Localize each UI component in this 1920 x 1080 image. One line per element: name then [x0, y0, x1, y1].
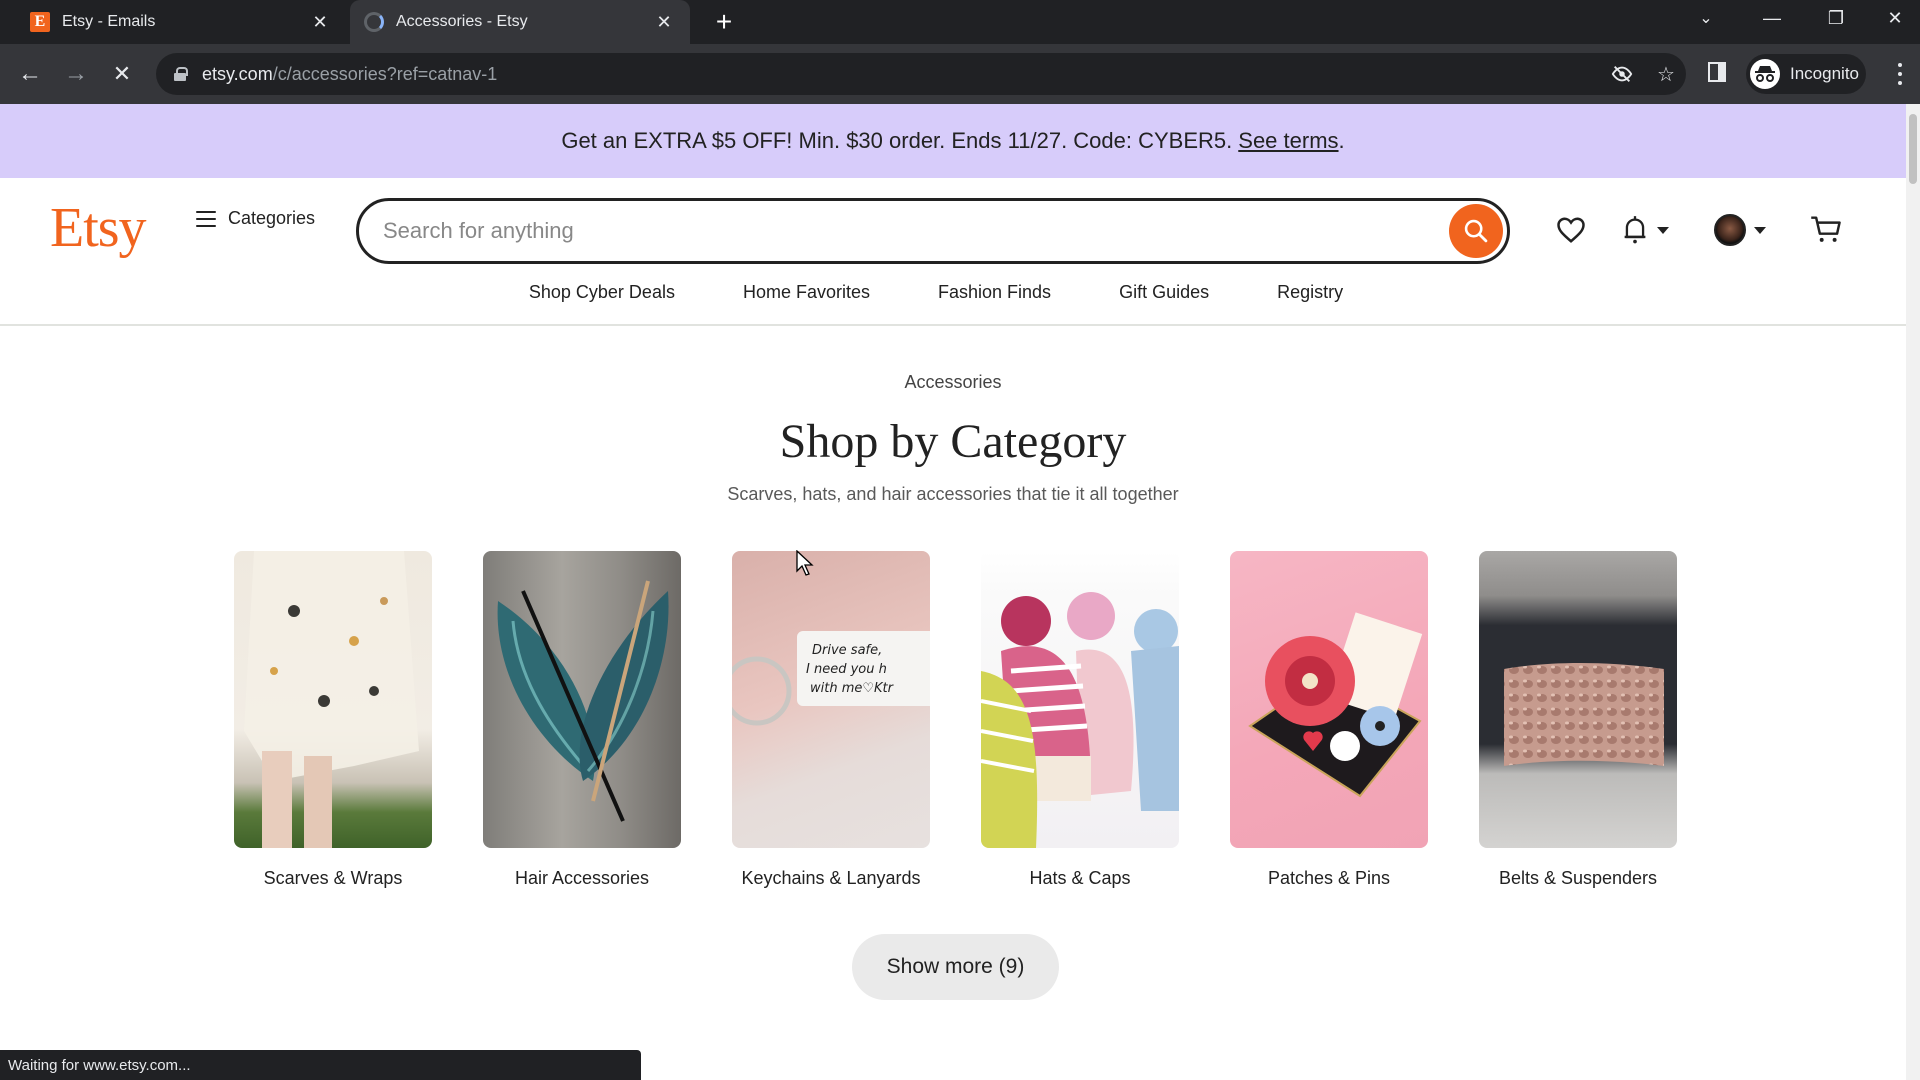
- scrollbar-thumb[interactable]: [1909, 114, 1917, 184]
- address-bar[interactable]: etsy.com/c/accessories?ref=catnav-1 ☆: [156, 53, 1686, 95]
- forward-arrow-icon[interactable]: →: [60, 58, 92, 90]
- tab-title: Etsy - Emails: [62, 13, 156, 30]
- tab-search-chevron-icon[interactable]: ⌄: [1676, 0, 1736, 36]
- cart-icon[interactable]: [1808, 210, 1844, 250]
- page-title: Shop by Category: [779, 415, 1127, 468]
- etsy-logo[interactable]: Etsy: [50, 196, 147, 260]
- incognito-label: Incognito: [1790, 64, 1859, 83]
- promo-text: Get an EXTRA $5 OFF! Min. $30 order. End…: [561, 128, 1233, 153]
- category-image[interactable]: [1479, 551, 1677, 848]
- back-arrow-icon[interactable]: ←: [14, 58, 46, 90]
- close-window-button[interactable]: ✕: [1870, 0, 1920, 36]
- tab-etsy-emails[interactable]: E Etsy - Emails ✕: [16, 0, 346, 44]
- url-text[interactable]: etsy.com/c/accessories?ref=catnav-1: [202, 64, 497, 85]
- categories-label: Categories: [228, 208, 316, 228]
- search-bar: [356, 198, 1510, 264]
- category-label[interactable]: Patches & Pins: [1268, 868, 1390, 889]
- category-label[interactable]: Hats & Caps: [1029, 868, 1130, 889]
- hamburger-menu-icon: [196, 210, 216, 227]
- show-more-button[interactable]: Show more (9): [852, 934, 1059, 1000]
- close-tab-icon[interactable]: ✕: [308, 10, 332, 34]
- status-bar: Waiting for www.etsy.com...: [0, 1050, 641, 1080]
- bookmark-star-icon[interactable]: ☆: [1654, 62, 1678, 86]
- etsy-favicon-icon: E: [30, 12, 50, 32]
- category-label[interactable]: Scarves & Wraps: [264, 868, 403, 889]
- bell-icon: [1624, 216, 1646, 244]
- browser-tab-strip: E Etsy - Emails ✕ Accessories - Etsy ✕ +…: [0, 0, 1920, 44]
- eye-slash-icon[interactable]: [1610, 62, 1634, 86]
- stop-loading-icon[interactable]: ✕: [106, 58, 138, 90]
- nav-fashion-finds[interactable]: Fashion Finds: [938, 282, 1051, 303]
- category-card-hair-accessories[interactable]: Hair Accessories: [483, 551, 681, 889]
- new-tab-button[interactable]: +: [708, 6, 740, 38]
- close-tab-icon[interactable]: ✕: [652, 10, 676, 34]
- category-label[interactable]: Keychains & Lanyards: [741, 868, 920, 889]
- page-subtitle: Scarves, hats, and hair accessories that…: [727, 484, 1179, 504]
- nav-gift-guides[interactable]: Gift Guides: [1119, 282, 1209, 303]
- promo-banner: Get an EXTRA $5 OFF! Min. $30 order. End…: [0, 104, 1906, 178]
- site-header: Etsy Categories Shop Cyber Deals Home: [0, 178, 1906, 326]
- svg-text:with me♡Ktr: with me♡Ktr: [810, 681, 895, 696]
- svg-text:I need you h: I need you h: [806, 662, 887, 677]
- side-panel-icon[interactable]: [1708, 62, 1726, 82]
- category-image[interactable]: [981, 551, 1179, 848]
- restore-button[interactable]: ❐: [1806, 0, 1866, 36]
- category-card-belts-suspenders[interactable]: Belts & Suspenders: [1479, 551, 1677, 889]
- category-image[interactable]: [234, 551, 432, 848]
- lock-icon[interactable]: [174, 67, 188, 81]
- incognito-icon: [1750, 59, 1780, 89]
- category-grid: Scarves & Wraps Hair Accessories Drive s…: [234, 551, 1677, 889]
- browser-menu-icon[interactable]: [1892, 60, 1908, 88]
- category-card-patches-pins[interactable]: Patches & Pins: [1230, 551, 1428, 889]
- chevron-down-icon: [1657, 226, 1669, 234]
- search-icon: [1464, 219, 1488, 243]
- breadcrumb[interactable]: Accessories: [0, 372, 1906, 393]
- category-card-hats-caps[interactable]: Hats & Caps: [981, 551, 1179, 889]
- category-card-keychains-lanyards[interactable]: Drive safe, I need you h with me♡Ktr Key…: [732, 551, 930, 889]
- chevron-down-icon: [1754, 226, 1766, 234]
- nav-registry[interactable]: Registry: [1277, 282, 1343, 303]
- nav-home-favorites[interactable]: Home Favorites: [743, 282, 870, 303]
- loading-spinner-icon: [364, 12, 384, 32]
- incognito-profile-button[interactable]: Incognito: [1746, 54, 1866, 94]
- category-image[interactable]: [1230, 551, 1428, 848]
- favorites-heart-icon[interactable]: [1553, 210, 1589, 250]
- page-scrollbar[interactable]: [1906, 104, 1920, 1080]
- category-card-scarves-wraps[interactable]: Scarves & Wraps: [234, 551, 432, 889]
- avatar: [1714, 214, 1746, 246]
- svg-text:Drive safe,: Drive safe,: [812, 643, 882, 658]
- secondary-nav: Shop Cyber Deals Home Favorites Fashion …: [0, 282, 1906, 303]
- category-label[interactable]: Hair Accessories: [515, 868, 649, 889]
- mouse-cursor-icon: [796, 550, 814, 576]
- tab-accessories-etsy[interactable]: Accessories - Etsy ✕: [350, 0, 690, 44]
- category-image[interactable]: [483, 551, 681, 848]
- account-button[interactable]: [1714, 210, 1766, 250]
- etsy-page: Get an EXTRA $5 OFF! Min. $30 order. End…: [0, 104, 1906, 1080]
- category-label[interactable]: Belts & Suspenders: [1499, 868, 1657, 889]
- tab-title: Accessories - Etsy: [396, 13, 528, 30]
- notifications-button[interactable]: [1621, 210, 1669, 250]
- nav-shop-cyber-deals[interactable]: Shop Cyber Deals: [529, 282, 675, 303]
- minimize-button[interactable]: —: [1742, 0, 1802, 36]
- category-image[interactable]: Drive safe, I need you h with me♡Ktr: [732, 551, 930, 848]
- search-input[interactable]: [383, 218, 1383, 244]
- browser-toolbar: ← → ✕ etsy.com/c/accessories?ref=catnav-…: [0, 44, 1920, 104]
- see-terms-link[interactable]: See terms: [1238, 128, 1338, 154]
- search-button[interactable]: [1449, 204, 1503, 258]
- categories-button[interactable]: Categories: [196, 208, 315, 229]
